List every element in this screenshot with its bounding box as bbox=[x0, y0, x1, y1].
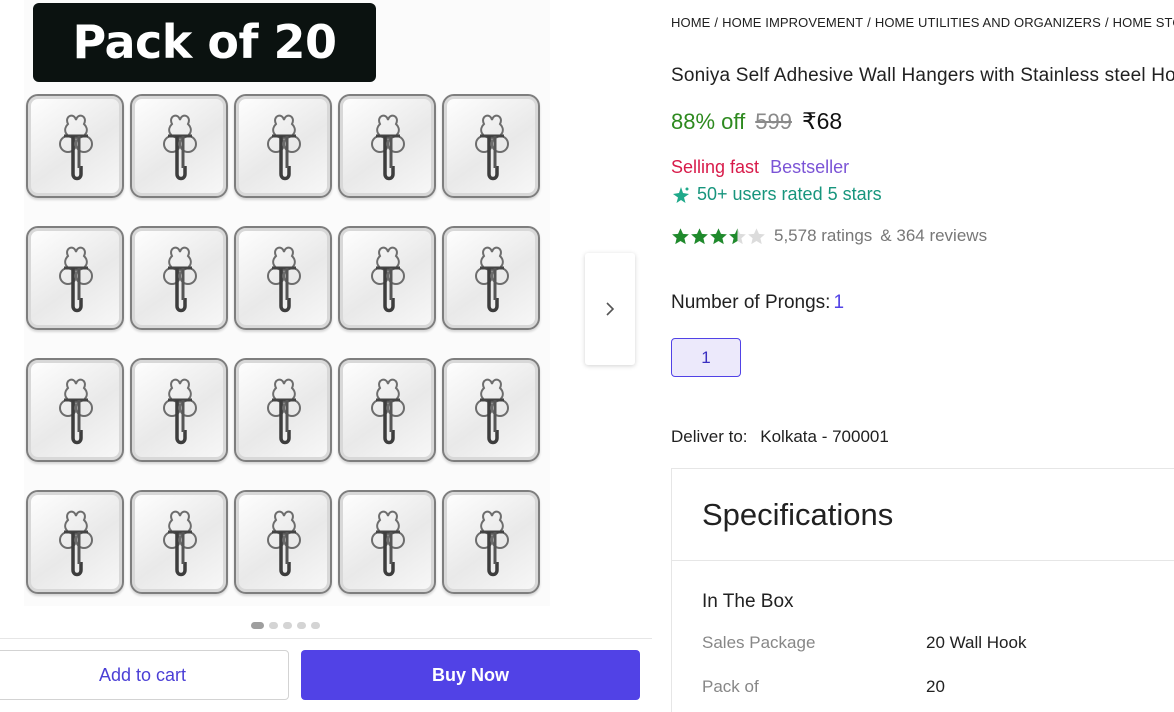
add-to-cart-button[interactable]: Add to cart bbox=[0, 650, 289, 700]
mrp-price: 599 bbox=[755, 109, 792, 134]
hook-grid bbox=[26, 94, 548, 594]
carousel-dot[interactable] bbox=[311, 622, 320, 629]
breadcrumb-link[interactable]: HOME UTILITIES AND ORGANIZERS bbox=[875, 15, 1101, 30]
breadcrumb-link[interactable]: HOME IMPROVEMENT bbox=[722, 15, 863, 30]
hook-tile bbox=[234, 94, 332, 198]
rating-row[interactable]: 5,578 ratings & 364 reviews bbox=[671, 226, 987, 246]
carousel-dot[interactable] bbox=[269, 622, 278, 629]
star-empty-icon bbox=[748, 227, 765, 244]
specifications-heading: Specifications bbox=[672, 469, 1174, 561]
variant-selected-value: 1 bbox=[833, 292, 845, 313]
star-full-icon bbox=[672, 227, 689, 244]
specifications-card: Specifications In The Box Sales Package … bbox=[671, 468, 1174, 712]
chevron-right-icon bbox=[606, 302, 615, 316]
product-details: HOME / HOME IMPROVEMENT / HOME UTILITIES AND… bbox=[671, 0, 1174, 712]
carousel-dot[interactable] bbox=[283, 622, 292, 629]
star-half-icon bbox=[729, 227, 746, 244]
spec-group-title: In The Box bbox=[702, 591, 794, 612]
action-bar: Add to cart Buy Now bbox=[0, 638, 652, 712]
hook-tile bbox=[26, 94, 124, 198]
variant-label: Number of Prongs: 1 bbox=[671, 292, 844, 314]
deliver-label: Deliver to: bbox=[671, 427, 748, 446]
hook-tile bbox=[442, 358, 540, 462]
breadcrumb: HOME / HOME IMPROVEMENT / HOME UTILITIES AND… bbox=[671, 15, 1174, 30]
badges: Selling fast Bestseller bbox=[671, 157, 849, 178]
hook-tile bbox=[338, 226, 436, 330]
spec-key: Pack of bbox=[702, 677, 759, 696]
hook-tile bbox=[442, 226, 540, 330]
hook-tile bbox=[234, 226, 332, 330]
breadcrumb-separator: / bbox=[1104, 15, 1109, 30]
product-image[interactable]: Pack of 20 bbox=[24, 0, 550, 606]
product-title: Soniya Self Adhesive Wall Hangers with S… bbox=[671, 65, 1174, 86]
rated-text: 50+ users rated 5 stars bbox=[697, 184, 882, 204]
carousel-dot[interactable] bbox=[297, 622, 306, 629]
hook-tile bbox=[130, 490, 228, 594]
variant-option-1[interactable]: 1 bbox=[671, 338, 741, 377]
spec-value: 20 bbox=[926, 677, 945, 696]
star-rating bbox=[671, 227, 766, 246]
price-row: 88% off 599 ₹68 bbox=[671, 108, 842, 135]
hook-tile bbox=[130, 94, 228, 198]
breadcrumb-separator: / bbox=[714, 15, 719, 30]
hook-tile bbox=[338, 94, 436, 198]
hook-tile bbox=[234, 490, 332, 594]
bestseller-badge: Bestseller bbox=[770, 157, 850, 177]
hook-tile bbox=[26, 490, 124, 594]
carousel-dot[interactable] bbox=[251, 622, 264, 629]
hook-tile bbox=[130, 358, 228, 462]
reviews-count: & 364 reviews bbox=[880, 226, 988, 245]
delivery-location[interactable]: Deliver to: Kolkata - 700001 bbox=[671, 427, 889, 447]
breadcrumb-link[interactable]: HOME bbox=[671, 15, 710, 30]
hook-tile bbox=[338, 490, 436, 594]
hook-tile bbox=[442, 94, 540, 198]
next-image-button[interactable] bbox=[585, 253, 635, 365]
discount-label: 88% off bbox=[671, 109, 746, 134]
rated-banner: 50+ users rated 5 stars bbox=[671, 184, 882, 205]
product-gallery: Pack of 20 Add to cart Buy Now bbox=[0, 0, 660, 712]
selling-price: ₹68 bbox=[801, 108, 843, 134]
carousel-dots bbox=[251, 622, 320, 629]
hook-tile bbox=[442, 490, 540, 594]
buy-now-button[interactable]: Buy Now bbox=[301, 650, 640, 700]
spec-value: 20 Wall Hook bbox=[926, 633, 1027, 652]
ratings-count: 5,578 ratings bbox=[774, 226, 873, 245]
breadcrumb-link[interactable]: HOME STORAGE bbox=[1113, 15, 1174, 30]
breadcrumb-separator: / bbox=[867, 15, 871, 30]
star-full-icon bbox=[691, 227, 708, 244]
hook-tile bbox=[338, 358, 436, 462]
hook-tile bbox=[26, 226, 124, 330]
hook-tile bbox=[26, 358, 124, 462]
selling-fast-badge: Selling fast bbox=[671, 157, 760, 177]
pack-banner: Pack of 20 bbox=[33, 3, 376, 82]
variant-label-text: Number of Prongs: bbox=[671, 292, 831, 313]
star-full-icon bbox=[710, 227, 727, 244]
deliver-location-text: Kolkata - 700001 bbox=[760, 427, 889, 446]
spec-key: Sales Package bbox=[702, 633, 816, 652]
sparkle-star-icon bbox=[673, 186, 689, 203]
hook-tile bbox=[234, 358, 332, 462]
hook-tile bbox=[130, 226, 228, 330]
